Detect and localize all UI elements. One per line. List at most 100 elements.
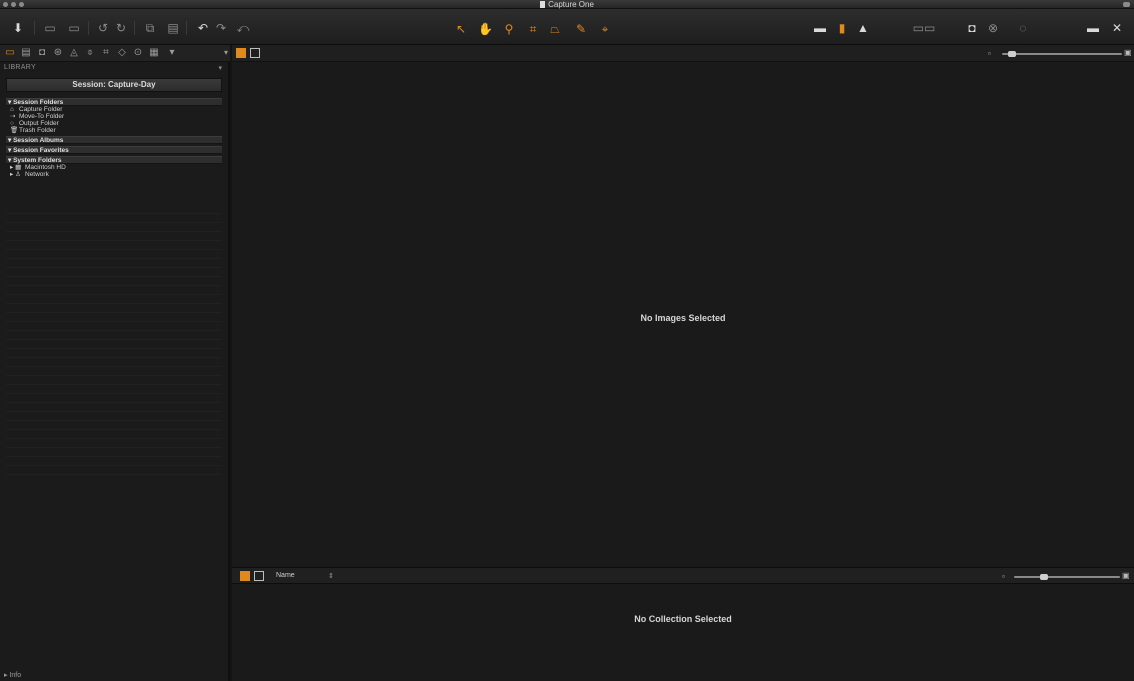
- tools-icon[interactable]: ✕: [1110, 21, 1124, 35]
- multi-view-button[interactable]: [250, 48, 260, 58]
- list-item: [6, 241, 222, 250]
- section-session-albums[interactable]: ▾ Session Albums: [6, 136, 222, 144]
- info-icon[interactable]: ◌: [1016, 21, 1030, 35]
- reset-icon[interactable]: ⤺: [236, 21, 250, 35]
- toolbar-separator: [88, 21, 89, 35]
- rotate-left-icon[interactable]: ↺: [96, 21, 110, 35]
- color-tab-icon[interactable]: ⊛: [52, 47, 64, 59]
- adjustments-tab-icon[interactable]: ◇: [116, 47, 128, 59]
- tree-item-label: Move-To Folder: [19, 113, 65, 120]
- list-item: [6, 304, 222, 313]
- section-system-folders[interactable]: ▾ System Folders: [6, 156, 222, 164]
- thumb-size-min-icon[interactable]: ▫: [1002, 572, 1005, 581]
- zoom-slider[interactable]: [1002, 53, 1122, 55]
- zoom-in-icon[interactable]: ▣: [1124, 48, 1132, 57]
- section-session-folders[interactable]: ▾ Session Folders: [6, 98, 222, 106]
- library-tab-icon[interactable]: ▭: [4, 47, 16, 59]
- list-item: [6, 331, 222, 340]
- metadata-tab-icon[interactable]: ⊙: [132, 47, 144, 59]
- copy-icon[interactable]: ⧉: [140, 21, 160, 35]
- grid-icon[interactable]: ▭: [66, 21, 82, 35]
- thumb-size-max-icon[interactable]: ▣: [1122, 571, 1130, 580]
- thumbnail-slider-knob[interactable]: [1040, 574, 1048, 580]
- list-item: [6, 349, 222, 358]
- toolbar: ⬇ ▭ ▭ ↺ ↻ ⧉ ▤ ↶ ↷ ⤺ ↖ ✋ ⚲ ⌗ ⏢ ✎ ⌖ ▬ ▮ ▲ …: [0, 9, 1134, 45]
- sort-order-icon[interactable]: ⇕: [328, 572, 334, 580]
- import-icon[interactable]: ⬇: [12, 21, 24, 35]
- delete-icon[interactable]: ▤: [166, 21, 180, 35]
- list-item: [6, 259, 222, 268]
- browser-toolbar: Name ⇕ ▫ ▣: [232, 567, 1134, 584]
- lens-tab-icon[interactable]: ◘: [36, 47, 48, 59]
- pan-icon[interactable]: ✋: [478, 22, 493, 36]
- info-section-toggle[interactable]: ▸ Info: [4, 671, 21, 679]
- left-panel: ▭ ▤ ◘ ⊛ ◬ ⌽ ⌗ ◇ ⊙ ▦ ▾ LIBRARY ▾ Session:…: [0, 45, 230, 681]
- rotate-right-icon[interactable]: ↻: [114, 21, 128, 35]
- viewer-icon[interactable]: ▬: [812, 21, 828, 35]
- viewer-toolbar: ▾ ▫ ▣: [224, 45, 1134, 62]
- trash-icon: 🗑: [10, 127, 19, 134]
- batch-tab-icon[interactable]: ▾: [166, 47, 178, 59]
- document-icon: [540, 1, 546, 8]
- list-item: [6, 394, 222, 403]
- list-view-button[interactable]: [254, 571, 264, 581]
- section-label: Session Albums: [13, 137, 64, 144]
- crop-icon[interactable]: ⌗: [526, 22, 540, 36]
- undo-icon[interactable]: ↶: [196, 21, 210, 35]
- list-item: [6, 223, 222, 232]
- brush-icon[interactable]: ✎: [574, 22, 588, 36]
- exposure-tab-icon[interactable]: ◬: [68, 47, 80, 59]
- toolbar-separator: [134, 21, 135, 35]
- list-item: [6, 250, 222, 259]
- picker-icon[interactable]: ⌖: [598, 22, 612, 36]
- list-item: [6, 448, 222, 457]
- list-item: [6, 376, 222, 385]
- single-view-button[interactable]: [236, 48, 246, 58]
- list-item: [6, 232, 222, 241]
- list-item: [6, 358, 222, 367]
- camera-icon[interactable]: ▮: [836, 21, 848, 35]
- output-tab-icon[interactable]: ▦: [148, 47, 160, 59]
- proof-icon[interactable]: ◘: [964, 21, 980, 35]
- tool-tabs: ▭ ▤ ◘ ⊛ ◬ ⌽ ⌗ ◇ ⊙ ▦ ▾: [0, 45, 230, 62]
- tree-item-trash-folder[interactable]: 🗑Trash Folder: [6, 127, 222, 134]
- image-browser[interactable]: No Collection Selected: [232, 584, 1134, 681]
- list-item: [6, 367, 222, 376]
- tree-item-network[interactable]: ▸ ♙ Network: [6, 171, 222, 178]
- list-item: [6, 403, 222, 412]
- list-item: [6, 412, 222, 421]
- library-menu-icon[interactable]: ▾: [218, 64, 222, 72]
- list-item: [6, 214, 222, 223]
- detail-tab-icon[interactable]: ⌽: [84, 47, 96, 59]
- section-session-favorites[interactable]: ▾ Session Favorites: [6, 146, 222, 154]
- panel-arrow-icon[interactable]: ▾: [224, 48, 228, 57]
- grid-view-button[interactable]: [240, 571, 250, 581]
- list-item: [6, 277, 222, 286]
- keystone-icon[interactable]: ⏢: [548, 22, 562, 36]
- capture-tab-icon[interactable]: ▤: [20, 47, 32, 59]
- settings-icon[interactable]: ▬: [1086, 21, 1100, 35]
- toolbar-separator: [34, 21, 35, 35]
- zoom-out-icon[interactable]: ▫: [988, 49, 991, 58]
- list-item: [6, 340, 222, 349]
- window-title: Capture One: [548, 0, 594, 9]
- tree-item-label: Trash Folder: [19, 127, 56, 134]
- exposure-warning-icon[interactable]: ▲: [856, 21, 870, 35]
- grid-overlay-icon[interactable]: ▭▭: [908, 21, 940, 35]
- redo-icon[interactable]: ↷: [214, 21, 228, 35]
- empty-viewer-message: No Images Selected: [640, 313, 726, 323]
- thumbnail-size-slider[interactable]: [1014, 576, 1120, 578]
- list-item: [6, 205, 222, 214]
- capture-icon[interactable]: ▭: [42, 21, 58, 35]
- fullscreen-button[interactable]: [1123, 2, 1130, 7]
- image-viewer[interactable]: No Images Selected: [232, 62, 1134, 567]
- select-icon[interactable]: ↖: [454, 22, 468, 36]
- zoom-slider-knob[interactable]: [1008, 51, 1016, 57]
- list-item: [6, 286, 222, 295]
- capture-pilot-icon[interactable]: ⊗: [986, 21, 1000, 35]
- composition-tab-icon[interactable]: ⌗: [100, 47, 112, 59]
- sort-dropdown[interactable]: Name: [276, 572, 295, 579]
- loupe-icon[interactable]: ⚲: [502, 22, 516, 36]
- toolbar-separator: [186, 21, 187, 35]
- tree-item-label: Macintosh HD: [25, 164, 66, 171]
